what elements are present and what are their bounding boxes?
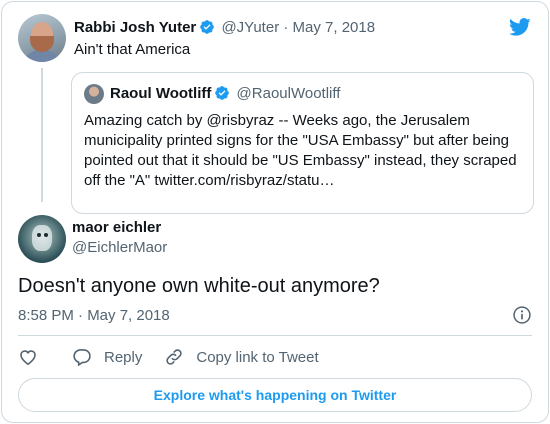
copy-link-button[interactable]: Copy link to Tweet [164,347,319,367]
divider [18,335,532,336]
reply-button[interactable]: Reply [72,347,142,367]
quoted-author-name: Raoul Wootliff [110,85,212,102]
tweet-embed-card: Rabbi Josh Yuter @JYuter · May 7, 2018 A… [1,1,549,423]
twitter-bird-icon[interactable] [508,16,532,38]
parent-author-avatar[interactable] [18,14,66,62]
reply-label: Reply [104,348,143,366]
explore-button[interactable]: Explore what's happening on Twitter [18,378,532,412]
quoted-author-avatar [84,84,104,104]
parent-tweet-header: Rabbi Josh Yuter @JYuter · May 7, 2018 [74,18,375,38]
like-button[interactable] [18,347,50,367]
link-icon [166,349,183,365]
quoted-author-handle: @RaoulWootliff [236,85,341,102]
parent-handle-date[interactable]: @JYuter · May 7, 2018 [221,19,375,36]
main-tweet-text: Doesn't anyone own white-out anymore? [18,275,380,297]
tweet-actions: Reply Copy link to Tweet [18,346,341,368]
copy-link-label: Copy link to Tweet [196,348,319,366]
verified-badge-icon [200,20,215,34]
thread-connector-line [41,68,43,202]
parent-tweet-text: Ain't that America [74,41,191,58]
quoted-tweet-text: Amazing catch by @risbyraz -- Weeks ago,… [84,112,517,189]
heart-icon [20,350,36,366]
main-author-name[interactable]: maor eichler [72,218,161,238]
main-author-avatar[interactable] [18,215,66,263]
reply-icon [73,349,91,367]
quoted-tweet-header: Raoul Wootliff @RaoulWootliff [110,84,340,104]
main-author-handle[interactable]: @EichlerMaor [72,238,167,258]
tweet-timestamp[interactable]: 8:58 PM · May 7, 2018 [18,306,170,326]
verified-badge-icon [215,86,230,100]
info-icon[interactable] [512,305,532,325]
quoted-tweet[interactable]: Raoul Wootliff @RaoulWootliff Amazing ca… [71,72,534,214]
parent-author-name[interactable]: Rabbi Josh Yuter [74,19,196,36]
